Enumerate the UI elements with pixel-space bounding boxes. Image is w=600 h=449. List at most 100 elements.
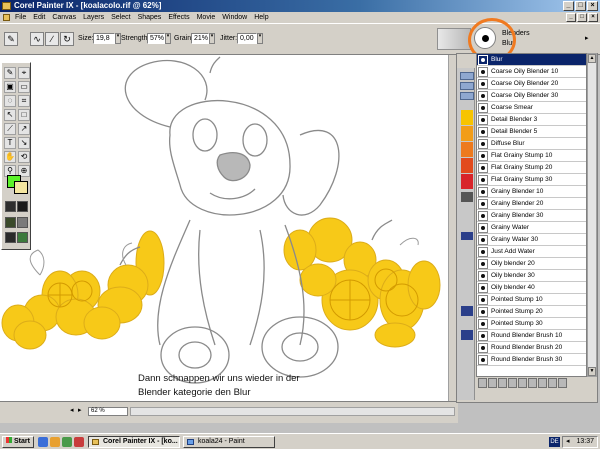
app-quicklaunch-icon[interactable] (62, 437, 72, 447)
brush-variant-list[interactable]: Blur Coarse Oily Blender 10 Coarse Oily Bl… (476, 53, 587, 377)
brush-variant-item[interactable]: Just Add Water (477, 246, 586, 258)
color-chip-dark-orange[interactable] (461, 142, 473, 157)
doc-close-button[interactable]: × (588, 13, 598, 22)
color-chip-yellow[interactable] (461, 110, 473, 125)
ie-quicklaunch-icon[interactable] (38, 437, 48, 447)
brush-variant-item[interactable]: Coarse Smear (477, 102, 586, 114)
menu-help[interactable]: Help (254, 14, 268, 21)
variant-list-scrollbar[interactable]: ▲ ▼ (587, 53, 597, 377)
additional-color-swatch[interactable] (14, 181, 28, 194)
scroll-up-icon[interactable]: ▲ (588, 54, 596, 63)
stroke-freehand-icon[interactable]: ∿ (30, 32, 44, 46)
brush-variant-item[interactable]: Diffuse Blur (477, 138, 586, 150)
menu-canvas[interactable]: Canvas (52, 14, 76, 21)
jitter-field[interactable]: 0,00 (237, 33, 257, 44)
dropper-icon[interactable]: ⌖ (18, 67, 30, 79)
brush-variant-item[interactable]: Oily blender 30 (477, 270, 586, 282)
weaving-selector-icon[interactable] (17, 216, 28, 228)
rect-select-icon[interactable]: □ (18, 109, 30, 121)
menu-window[interactable]: Window (222, 14, 247, 21)
brush-variant-item[interactable]: Coarse Oily Blender 30 (477, 90, 586, 102)
layer-button-icon[interactable] (538, 378, 547, 388)
brush-variant-item[interactable]: Flat Grainy Stump 20 (477, 162, 586, 174)
layer-chip-1[interactable] (461, 232, 473, 240)
brush-variant-item[interactable]: Detail Blender 3 (477, 114, 586, 126)
text-icon[interactable]: T (4, 137, 16, 149)
gradient-selector-icon[interactable] (17, 201, 28, 212)
palette-tab-1[interactable] (460, 72, 474, 80)
layer-button-icon[interactable] (548, 378, 557, 388)
brush-library-strip[interactable] (437, 28, 471, 50)
menu-edit[interactable]: Edit (33, 14, 45, 21)
brush-variant-item[interactable]: Coarse Oily Blender 20 (477, 78, 586, 90)
brush-variant-item[interactable]: Grainy Blender 20 (477, 198, 586, 210)
volume-icon[interactable]: ◂ (566, 437, 570, 447)
layer-button-icon[interactable] (488, 378, 497, 388)
lasso-icon[interactable]: ◌ (4, 95, 16, 107)
brush-variant-item[interactable]: Grainy Blender 30 (477, 210, 586, 222)
color-chip-orange[interactable] (461, 126, 473, 141)
shape-select-icon[interactable]: ↗ (18, 123, 30, 135)
eraser-icon[interactable]: ▭ (18, 81, 30, 93)
layer-button-icon[interactable] (508, 378, 517, 388)
document-icon[interactable] (3, 14, 10, 21)
brush-variant-item[interactable]: Pointed Stump 10 (477, 294, 586, 306)
brush-variant-dropdown-icon[interactable]: ▸ (585, 34, 589, 42)
brush-variant-item[interactable]: Pointed Stump 30 (477, 318, 586, 330)
document-canvas[interactable] (0, 55, 458, 401)
palette-options-icon[interactable] (461, 192, 473, 202)
pattern-selector-icon[interactable] (5, 216, 16, 228)
close-button[interactable]: × (587, 1, 598, 11)
start-button[interactable]: Start (2, 436, 34, 448)
brush-variant-item[interactable]: Oily blender 20 (477, 258, 586, 270)
grain-slider-toggle[interactable]: ▾ (209, 33, 215, 44)
layer-chip-2[interactable] (461, 306, 473, 316)
pen-icon[interactable]: ⟋ (4, 123, 16, 135)
zoom-out-icon[interactable]: ◂ (70, 407, 78, 416)
brush-variant-item[interactable]: Grainy Blender 10 (477, 186, 586, 198)
brush-variant-item[interactable]: Flat Grainy Stump 10 (477, 150, 586, 162)
zoom-in-icon[interactable]: ▸ (78, 407, 86, 416)
brush-variant-item[interactable]: Grainy Water 30 (477, 234, 586, 246)
doc-restore-button[interactable]: □ (577, 13, 587, 22)
layer-button-icon[interactable] (528, 378, 537, 388)
size-field[interactable]: 19,8 (93, 33, 115, 44)
language-indicator[interactable]: DE (549, 437, 560, 447)
firefox-quicklaunch-icon[interactable] (50, 437, 60, 447)
brush-variant-item[interactable]: Oily blender 40 (477, 282, 586, 294)
menu-select[interactable]: Select (111, 14, 130, 21)
stroke-straight-icon[interactable]: ∕ (45, 32, 59, 46)
task-paint[interactable]: koala24 - Paint (183, 436, 275, 448)
brush-variant-item[interactable]: Pointed Stump 20 (477, 306, 586, 318)
layer-adjuster-icon[interactable]: ↖ (4, 109, 16, 121)
brush-variant-item[interactable]: Detail Blender 5 (477, 126, 586, 138)
brush-variant-item[interactable]: Grainy Water (477, 222, 586, 234)
doc-minimize-button[interactable]: _ (566, 13, 576, 22)
selection-adjuster-icon[interactable]: ↘ (18, 137, 30, 149)
jitter-slider-toggle[interactable]: ▾ (257, 33, 263, 44)
brush-variant-item[interactable]: Round Blender Brush 30 (477, 354, 586, 366)
minimize-button[interactable]: _ (563, 1, 574, 11)
palette-tab-2[interactable] (460, 82, 474, 90)
brush-variant-item[interactable]: Coarse Oily Blender 10 (477, 66, 586, 78)
brush-variant-item[interactable]: Blur (477, 54, 586, 66)
menu-shapes[interactable]: Shapes (138, 14, 162, 21)
layer-button-icon[interactable] (498, 378, 507, 388)
brush-variant-item[interactable]: Round Blender Brush 10 (477, 330, 586, 342)
maximize-button[interactable]: □ (575, 1, 586, 11)
canvas-horizontal-scrollbar[interactable] (130, 407, 455, 416)
paper-selector-icon[interactable] (5, 201, 16, 212)
brush-variant-item[interactable]: Round Blender Brush 20 (477, 342, 586, 354)
brush-icon[interactable]: ✎ (4, 67, 16, 79)
grain-field[interactable]: 21% (191, 33, 209, 44)
grabber-icon[interactable]: ✋ (4, 151, 16, 163)
palette-tab-3[interactable] (460, 92, 474, 100)
layer-button-icon[interactable] (518, 378, 527, 388)
look-selector-icon[interactable] (17, 232, 28, 244)
trash-icon[interactable] (558, 378, 567, 388)
nozzle-selector-icon[interactable] (5, 232, 16, 244)
color-chip-red-orange[interactable] (461, 158, 473, 173)
layer-chip-3[interactable] (461, 330, 473, 340)
strength-slider-toggle[interactable]: ▾ (165, 33, 171, 44)
scroll-down-icon[interactable]: ▼ (588, 367, 596, 376)
